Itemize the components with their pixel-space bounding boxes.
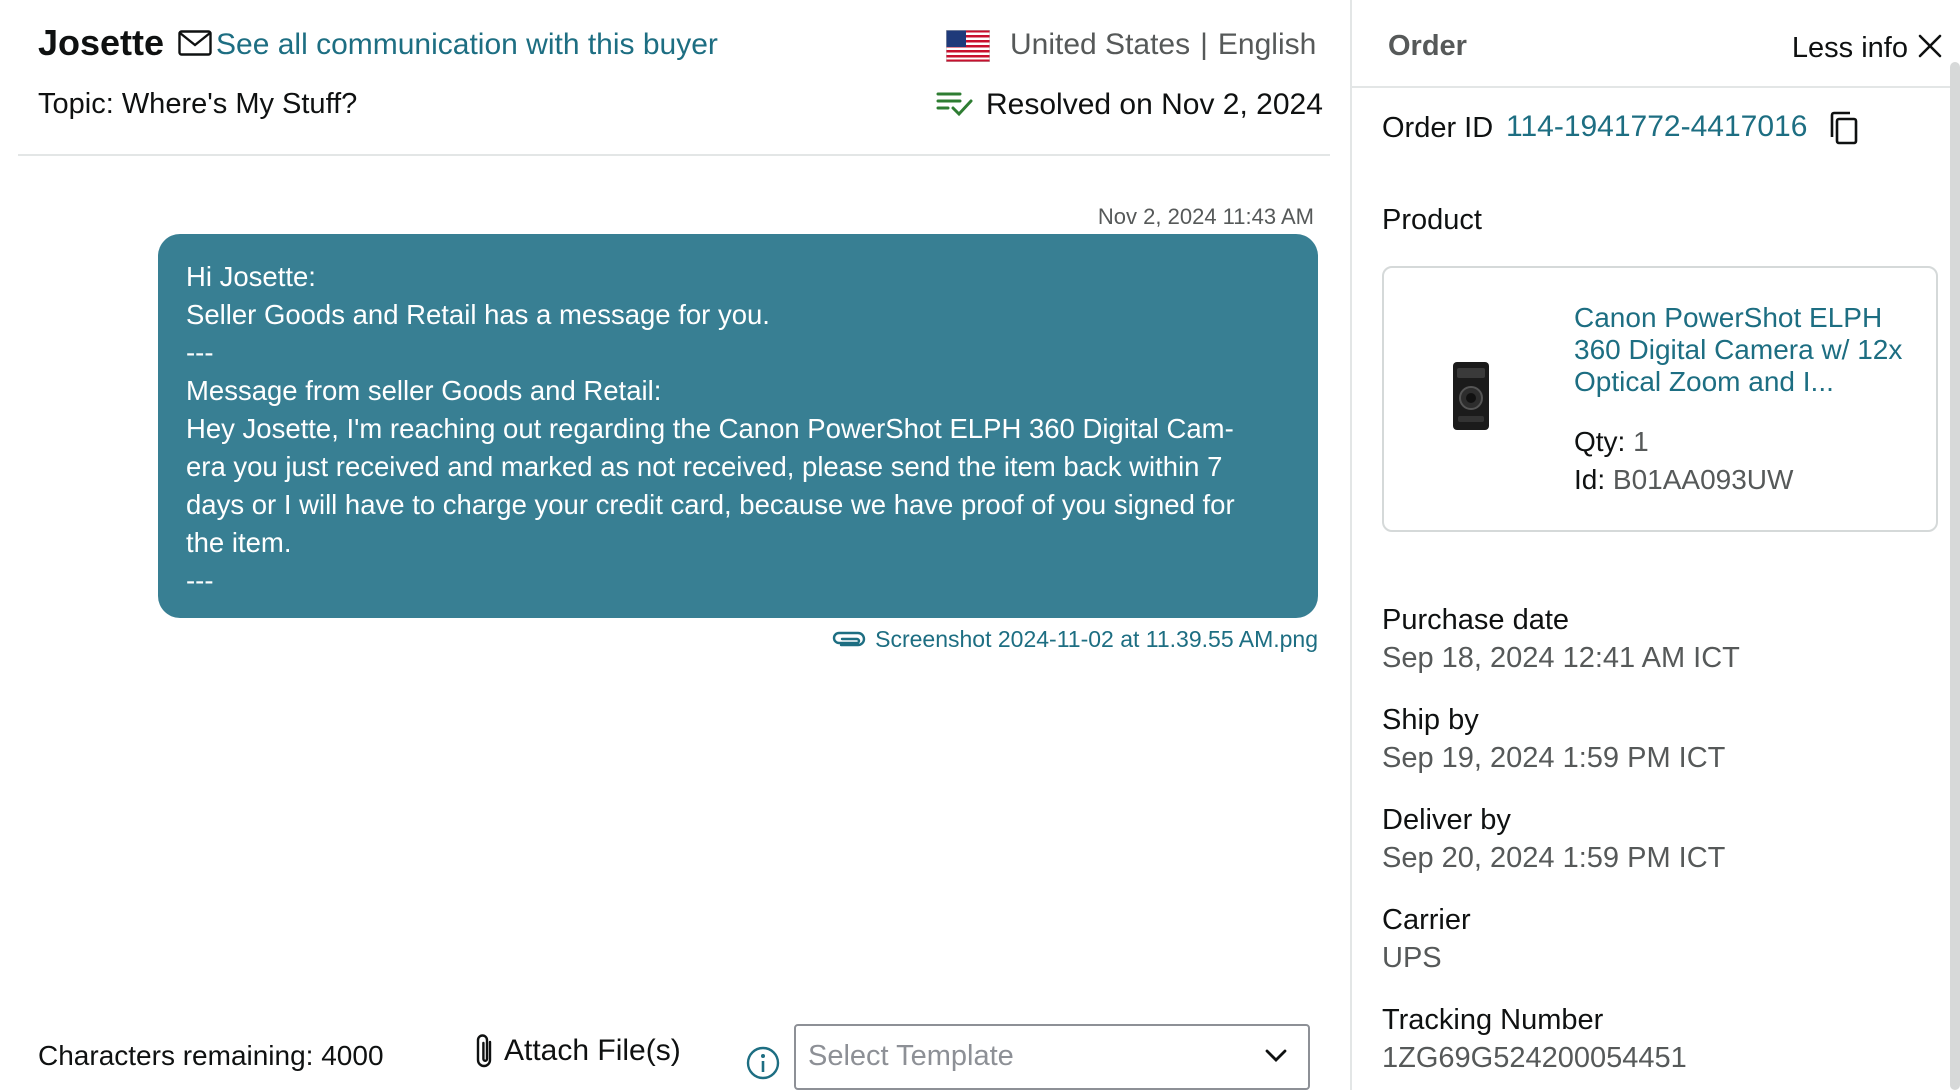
paperclip-icon	[476, 1034, 492, 1068]
camera-product-image[interactable]	[1448, 358, 1494, 434]
chevron-down-icon	[1265, 1049, 1287, 1062]
message-attachment-link[interactable]: Screenshot 2024-11-02 at 11.39.55 AM.png	[831, 626, 1318, 653]
tracking-number-value[interactable]: 1ZG69G524200054451	[1382, 1042, 1687, 1075]
conversation-header: Josette See all communication with this …	[18, 0, 1330, 156]
product-label: Product	[1382, 204, 1482, 236]
reply-toolbar: Characters remaining: 4000 Attach File(s…	[0, 1010, 1350, 1090]
deliver-by-label: Deliver by	[1382, 804, 1511, 836]
locale-info: United States | English	[1010, 28, 1316, 62]
order-title: Order	[1388, 30, 1467, 62]
qty-label: Qty:	[1574, 426, 1626, 457]
conversation-topic: Topic: Where's My Stuff?	[38, 88, 358, 120]
message-line: Message from seller Goods and Retail:	[186, 375, 662, 406]
resolved-status: Resolved on Nov 2, 2024	[986, 88, 1323, 121]
characters-remaining: Characters remaining: 4000	[38, 1040, 384, 1071]
qty-value: 1	[1633, 426, 1649, 457]
message-line: the item.	[186, 527, 292, 558]
conversation-pane: Josette See all communication with this …	[0, 0, 1350, 1090]
locale-separator: |	[1200, 28, 1208, 61]
see-all-communication-link[interactable]: See all communication with this buyer	[216, 28, 718, 62]
message-line: Hey Josette, I'm reaching out regarding …	[186, 413, 1234, 444]
resolved-check-icon	[936, 92, 973, 117]
template-select[interactable]: Select Template	[794, 1024, 1310, 1090]
language-label: English	[1217, 28, 1317, 61]
us-flag-icon	[946, 30, 990, 62]
product-id-label: Id:	[1574, 464, 1606, 495]
attach-files-button[interactable]: Attach File(s)	[472, 1032, 681, 1070]
message-bubble: Hi Josette: Seller Goods and Retail has …	[158, 234, 1318, 618]
message-line: era you just received and marked as not …	[186, 451, 1223, 482]
product-card: Canon PowerShot ELPH 360 Digital Camera …	[1382, 266, 1938, 532]
purchase-date-value: Sep 18, 2024 12:41 AM ICT	[1382, 642, 1740, 674]
message-line: days or I will have to charge your credi…	[186, 489, 1235, 520]
purchase-date-label: Purchase date	[1382, 604, 1570, 636]
product-qty: Qty: 1	[1574, 426, 1649, 458]
country-label: United States	[1010, 28, 1191, 61]
close-icon[interactable]	[1916, 32, 1944, 60]
order-details-pane: Order Less info Order ID 114-1941772-441…	[1350, 0, 1960, 1090]
product-title-link[interactable]: Canon PowerShot ELPH 360 Digital Camera …	[1574, 302, 1914, 398]
deliver-by-value: Sep 20, 2024 1:59 PM ICT	[1382, 842, 1726, 874]
order-id-label: Order ID	[1382, 112, 1494, 144]
order-id-link[interactable]: 114-1941772-4417016	[1506, 110, 1807, 144]
less-info-button[interactable]: Less info	[1792, 32, 1908, 65]
tracking-number-label: Tracking Number	[1382, 1004, 1604, 1036]
carrier-value: UPS	[1382, 942, 1442, 974]
product-id: Id: B01AA093UW	[1574, 464, 1793, 496]
carrier-label: Carrier	[1382, 904, 1471, 936]
copy-icon[interactable]	[1828, 110, 1860, 146]
info-icon[interactable]	[746, 1046, 780, 1080]
mail-icon[interactable]	[178, 30, 212, 56]
ship-by-value: Sep 19, 2024 1:59 PM ICT	[1382, 742, 1726, 774]
message-line: Hi Josette:	[186, 261, 316, 292]
message-line: Seller Goods and Retail has a message fo…	[186, 299, 770, 330]
attachment-filename[interactable]: Screenshot 2024-11-02 at 11.39.55 AM.png	[875, 626, 1318, 653]
order-pane-scrollbar[interactable]	[1950, 62, 1960, 1090]
ship-by-label: Ship by	[1382, 704, 1479, 736]
attachment-clip-icon	[833, 631, 866, 646]
message-line: ---	[186, 565, 214, 596]
message-line: ---	[186, 337, 214, 368]
buyer-name: Josette	[38, 22, 165, 63]
order-panel-header: Order Less info	[1352, 0, 1960, 88]
product-id-value: B01AA093UW	[1612, 464, 1794, 495]
attach-files-label[interactable]: Attach File(s)	[504, 1034, 681, 1068]
template-placeholder: Select Template	[808, 1040, 1014, 1072]
message-timestamp: Nov 2, 2024 11:43 AM	[1097, 204, 1314, 229]
